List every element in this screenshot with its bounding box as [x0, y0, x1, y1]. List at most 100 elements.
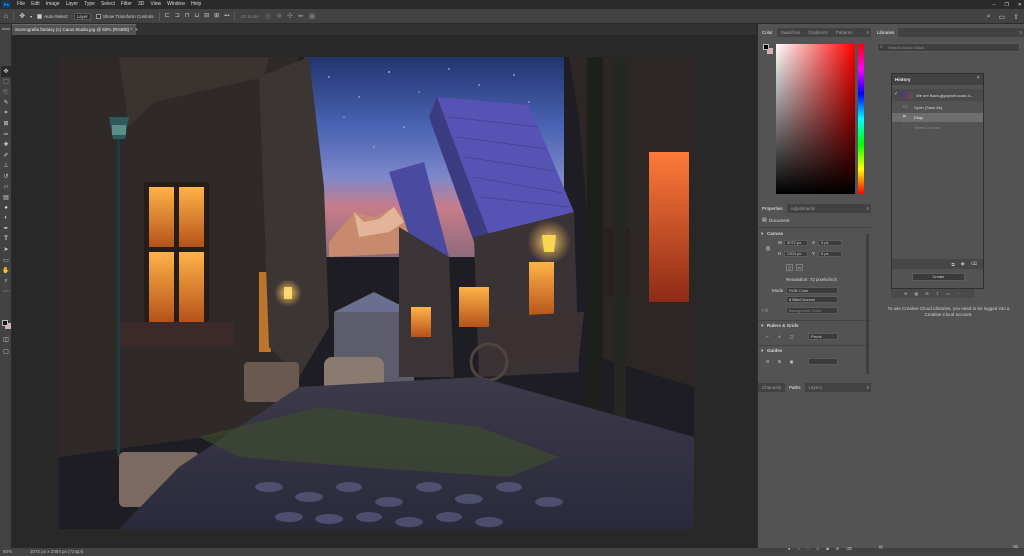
ruler-icon[interactable]: ⌐ — [764, 333, 771, 340]
rulers-grids-header[interactable]: Rulers & Grids — [767, 323, 799, 328]
clone-stamp-tool-icon[interactable]: ⊥ — [1, 161, 11, 172]
history-snapshot[interactable]: ✓ We are Back-gigapixel-scale-4... — [892, 89, 983, 101]
panel-menu-icon[interactable]: ≡ — [1019, 30, 1022, 35]
history-item[interactable]: ▭ Open (Save As) — [892, 103, 983, 112]
menu-help[interactable]: Help — [188, 0, 204, 9]
rectangle-tool-icon[interactable]: ▭ — [1, 255, 11, 266]
create-button[interactable]: Create — [912, 273, 965, 281]
more-options-icon[interactable]: ⋯ — [957, 291, 961, 296]
brush-tool-icon[interactable]: ✐ — [1, 150, 11, 161]
delete-icon[interactable]: ⌫ — [846, 546, 852, 551]
delete-icon[interactable]: ⌫ — [1012, 544, 1018, 549]
snapshot-source-icon[interactable]: ✓ — [894, 91, 898, 97]
color-field[interactable] — [776, 44, 855, 194]
zoom-tool-icon[interactable]: ⌕ — [1, 276, 11, 287]
gradient-tool-icon[interactable]: ▤ — [1, 192, 11, 203]
3d-slide-icon[interactable]: ⬌ — [298, 13, 304, 20]
camera-icon[interactable]: ◉ — [961, 261, 965, 267]
quick-mask-icon[interactable]: ◫ — [1, 334, 11, 345]
show-transform-option[interactable]: Show Transform Controls — [95, 13, 154, 19]
align-bottom-icon[interactable]: ⊞ — [214, 13, 219, 20]
mode-dropdown[interactable]: RGB Color — [786, 287, 838, 294]
history-panel-header[interactable]: History ✕ — [892, 74, 983, 85]
document-image[interactable] — [59, 57, 694, 529]
tab-channels[interactable]: Channels — [758, 383, 785, 392]
menu-view[interactable]: View — [147, 0, 164, 9]
toolbar-grip[interactable] — [2, 28, 10, 30]
menu-select[interactable]: Select — [98, 0, 118, 9]
menu-3d[interactable]: 3D — [135, 0, 147, 9]
more-options-icon[interactable]: ••• — [224, 13, 229, 20]
add-content-icon[interactable]: ⊕ — [904, 291, 907, 296]
guide-lock-icon[interactable]: ⊞ — [776, 358, 783, 365]
3d-scale-icon[interactable]: ▣ — [309, 13, 316, 20]
menu-image[interactable]: Image — [43, 0, 63, 9]
history-item-active[interactable]: ⌗ Crop — [892, 113, 983, 122]
tab-swatches[interactable]: Swatches — [777, 28, 805, 37]
menu-edit[interactable]: Edit — [28, 0, 43, 9]
chevron-down-icon[interactable]: ▾ — [761, 348, 763, 354]
height-field[interactable]: 2304 px — [784, 251, 808, 257]
canvas-section-header[interactable]: Canvas — [767, 231, 783, 236]
share-icon[interactable]: ⇧ — [1013, 13, 1019, 21]
hand-tool-icon[interactable]: ✋ — [1, 266, 11, 277]
maximize-icon[interactable]: ❐ — [1004, 2, 1008, 8]
menu-window[interactable]: Window — [164, 0, 188, 9]
more-tools-icon[interactable]: ⋯ — [1, 287, 11, 298]
3d-orbit-icon[interactable]: ◎ — [265, 13, 271, 20]
3d-roll-icon[interactable]: ⊛ — [276, 13, 282, 20]
show-transform-checkbox[interactable] — [95, 13, 101, 19]
color-fg-swatch[interactable] — [763, 44, 769, 50]
close-icon[interactable]: ✕ — [976, 75, 980, 81]
stroke-path-icon[interactable]: ○ — [797, 546, 799, 551]
canvas-area[interactable] — [12, 35, 756, 548]
tab-patterns[interactable]: Patterns — [832, 28, 857, 37]
eyedropper-tool-icon[interactable]: ✑ — [1, 129, 11, 140]
tab-gradients[interactable]: Gradients — [804, 28, 832, 37]
list-view-icon[interactable]: ☰ — [925, 291, 929, 296]
x-field[interactable]: 0 px — [818, 240, 842, 246]
tab-color[interactable]: Color — [758, 28, 777, 37]
y-field[interactable]: 0 px — [818, 251, 842, 257]
fill-path-icon[interactable]: ● — [788, 546, 790, 551]
dodge-tool-icon[interactable]: ◐ — [1, 213, 11, 224]
blur-tool-icon[interactable]: ● — [1, 203, 11, 214]
align-top-icon[interactable]: ⊔ — [194, 13, 199, 20]
healing-brush-tool-icon[interactable]: ✚ — [1, 140, 11, 151]
delete-icon[interactable]: ⌫ — [971, 261, 977, 267]
frame-tool-icon[interactable]: ⊠ — [1, 119, 11, 130]
width-field[interactable]: 3072 px — [784, 240, 808, 246]
new-path-icon[interactable]: ⊕ — [836, 546, 839, 551]
grid-icon[interactable]: # — [776, 333, 783, 340]
new-document-from-state-icon[interactable]: ⧉ — [951, 262, 954, 267]
eraser-tool-icon[interactable]: ▱ — [1, 182, 11, 193]
lasso-tool-icon[interactable]: ➰ — [1, 87, 11, 98]
load-selection-icon[interactable]: ◌ — [807, 546, 809, 551]
tab-layers[interactable]: Layers — [805, 383, 827, 392]
portrait-orientation-icon[interactable]: ▯ — [786, 264, 793, 271]
folder-icon[interactable]: ▭ — [946, 291, 950, 296]
panel-menu-icon[interactable]: ≡ — [866, 385, 869, 390]
document-tab[interactable]: Scenografia fantasy (c) Cauvi Studio.jpg… — [12, 24, 138, 35]
upload-icon[interactable]: ⇧ — [936, 291, 939, 296]
foreground-color-swatch[interactable] — [2, 320, 8, 326]
auto-select-checkbox[interactable] — [37, 13, 43, 19]
auto-select-option[interactable]: Auto-Select: — [37, 13, 69, 19]
move-tool-icon[interactable]: ✥ — [1, 66, 11, 77]
guide-color-icon[interactable]: ▣ — [788, 358, 795, 365]
chevron-down-icon[interactable]: ▾ — [761, 323, 763, 329]
type-tool-icon[interactable]: T — [1, 234, 11, 245]
ruler-units-dropdown[interactable]: Pixels — [808, 333, 838, 340]
menu-file[interactable]: File — [14, 0, 28, 9]
close-icon[interactable]: ✕ — [1018, 2, 1022, 8]
link-dimensions-icon[interactable]: ⛓ — [765, 246, 771, 252]
menu-layer[interactable]: Layer — [63, 0, 82, 9]
auto-select-target-dropdown[interactable]: Layer — [73, 12, 91, 20]
history-brush-tool-icon[interactable]: ↺ — [1, 171, 11, 182]
add-mask-icon[interactable]: ◙ — [826, 546, 828, 551]
fill-dropdown[interactable]: Background Color — [786, 307, 838, 314]
guide-color-dropdown[interactable] — [808, 358, 838, 365]
quick-select-tool-icon[interactable]: ✎ — [1, 98, 11, 109]
align-center-icon[interactable]: ⊐ — [175, 13, 180, 20]
bit-depth-dropdown[interactable]: 8 Bits/Channel — [786, 296, 838, 303]
